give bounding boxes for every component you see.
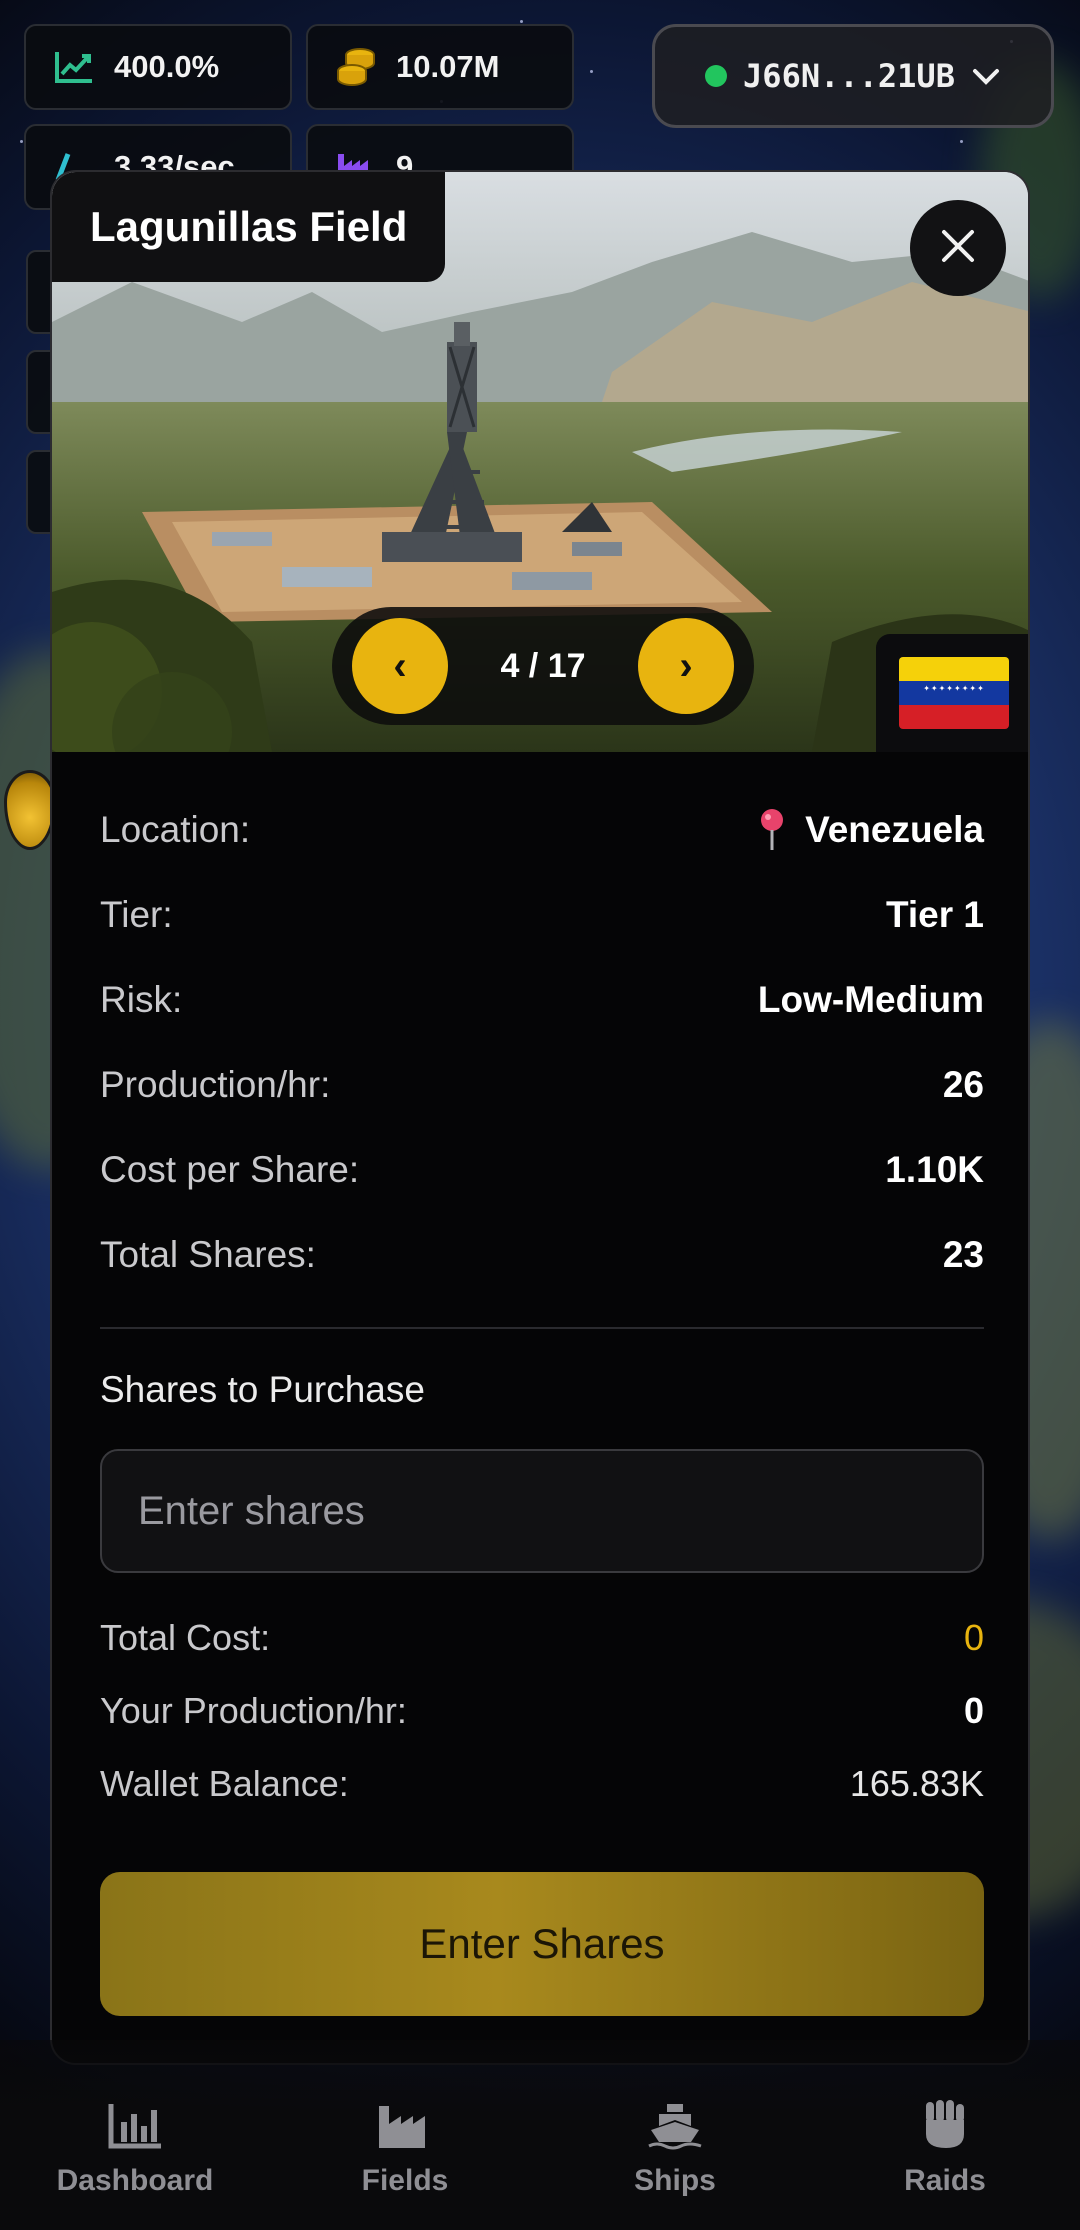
wallet-selector[interactable]: J66N...21UB: [652, 24, 1054, 128]
nav-item-ships[interactable]: Ships: [575, 2102, 775, 2198]
detail-label: Tier:: [100, 893, 173, 935]
page-indicator: 4 / 17: [500, 646, 586, 685]
nav-label: Dashboard: [56, 2164, 214, 2197]
roi-stat: 400.0%: [24, 24, 292, 110]
shares-input[interactable]: [100, 1449, 984, 1573]
next-field-button[interactable]: ›: [637, 618, 734, 714]
detail-label: Location:: [100, 808, 251, 850]
nav-label: Ships: [634, 2164, 716, 2197]
nav-label: Raids: [904, 2164, 986, 2197]
field-details: Location: Venezuela Tier: Tier 1 Risk: L…: [100, 787, 984, 1820]
purchase-summary: Total Cost: 0 Your Production/hr: 0 Wall…: [100, 1601, 984, 1820]
wallet-address: J66N...21UB: [743, 57, 955, 95]
detail-label: Production/hr:: [100, 1063, 331, 1105]
summary-row-total-cost: Total Cost: 0: [100, 1601, 984, 1674]
coin-stack-icon: [334, 45, 378, 89]
nav-item-raids[interactable]: Raids: [845, 2098, 1045, 2198]
detail-value: 23: [942, 1233, 984, 1275]
detail-value: 26: [942, 1063, 984, 1105]
summary-value: 0: [963, 1689, 984, 1731]
detail-row-cost-per-share: Cost per Share: 1.10K: [100, 1127, 984, 1212]
summary-value: 0: [963, 1616, 984, 1658]
nav-item-fields[interactable]: Fields: [305, 2102, 505, 2198]
detail-row-production: Production/hr: 26: [100, 1042, 984, 1127]
summary-label: Wallet Balance:: [100, 1762, 349, 1804]
coins-stat: 10.07M: [306, 24, 574, 110]
detail-row-tier: Tier: Tier 1: [100, 872, 984, 957]
divider: [100, 1327, 984, 1329]
fist-icon: [920, 2098, 970, 2150]
prev-field-button[interactable]: ‹: [352, 618, 448, 714]
summary-row-your-production: Your Production/hr: 0: [100, 1674, 984, 1747]
connection-status-dot: [705, 65, 728, 87]
nav-label: Fields: [361, 2164, 449, 2197]
country-flag: ✦✦✦✦✦✦✦✦: [876, 634, 1028, 752]
enter-shares-button[interactable]: Enter Shares: [100, 1872, 984, 2016]
close-icon: [938, 226, 978, 271]
detail-value: Low-Medium: [757, 978, 984, 1020]
detail-value: Venezuela: [805, 808, 984, 850]
detail-row-total-shares: Total Shares: 23: [100, 1212, 984, 1297]
roi-value: 400.0%: [114, 49, 220, 84]
detail-value: Tier 1: [885, 893, 984, 935]
detail-label: Total Shares:: [100, 1233, 316, 1275]
bar-chart-icon: [107, 2102, 163, 2150]
venezuela-flag-icon: ✦✦✦✦✦✦✦✦: [899, 657, 1009, 729]
summary-row-wallet-balance: Wallet Balance: 165.83K: [100, 1747, 984, 1820]
summary-label: Total Cost:: [100, 1616, 271, 1658]
detail-row-risk: Risk: Low-Medium: [100, 957, 984, 1042]
trend-up-icon: [52, 45, 96, 89]
app-screen: 400.0% 10.07M 3.33/sec 9 J66N...21UB Lag…: [0, 0, 1080, 2230]
chevron-down-icon: [971, 57, 1001, 95]
detail-label: Risk:: [100, 978, 183, 1020]
ship-icon: [647, 2102, 703, 2150]
bottom-navigation: Dashboard Fields Ships Raids: [0, 2040, 1080, 2230]
nav-item-dashboard[interactable]: Dashboard: [35, 2102, 235, 2198]
coins-value: 10.07M: [396, 49, 500, 84]
detail-label: Cost per Share:: [100, 1148, 360, 1190]
shares-to-purchase-label: Shares to Purchase: [100, 1369, 425, 1410]
field-title: Lagunillas Field: [52, 172, 446, 282]
detail-row-location: Location: Venezuela: [100, 787, 984, 872]
factory-icon: [377, 2102, 433, 2150]
close-button[interactable]: [910, 200, 1006, 296]
summary-value: 165.83K: [849, 1762, 984, 1804]
summary-label: Your Production/hr:: [100, 1689, 407, 1731]
location-pin-icon: [757, 808, 787, 852]
field-detail-modal: Lagunillas Field ‹ 4 / 17 › ✦✦✦✦✦✦✦✦ Loc…: [50, 170, 1030, 2065]
detail-value: 1.10K: [885, 1148, 984, 1190]
field-pager: ‹ 4 / 17 ›: [332, 607, 754, 725]
